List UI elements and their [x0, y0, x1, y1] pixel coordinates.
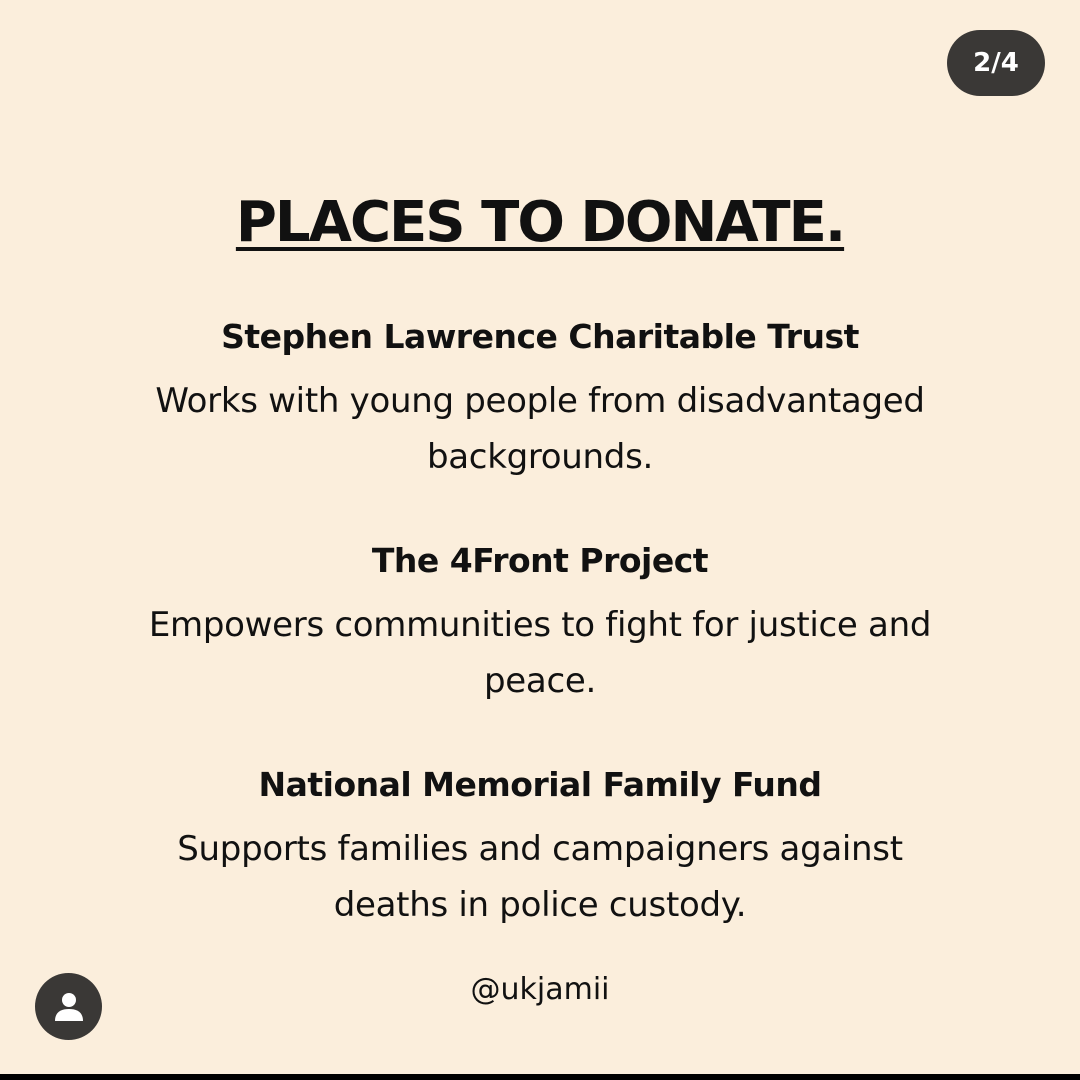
charity-name: National Memorial Family Fund [258, 765, 822, 804]
user-icon[interactable] [35, 973, 102, 1040]
bottom-divider [0, 1074, 1080, 1080]
charity-description: Works with young people from disadvantag… [155, 381, 925, 477]
list-item: Stephen Lawrence Charitable Trust Works … [0, 317, 1080, 485]
charity-description: Supports families and campaigners agains… [177, 829, 903, 925]
charity-name: The 4Front Project [371, 541, 709, 580]
charity-description: Empowers communities to fight for justic… [148, 605, 932, 701]
charity-name: Stephen Lawrence Charitable Trust [221, 317, 859, 356]
list-item: National Memorial Family Fund Supports f… [0, 765, 1080, 933]
list-item: The 4Front Project Empowers communities … [0, 541, 1080, 709]
author-handle: @ukjamii [470, 972, 610, 1007]
page-indicator-badge: 2/4 [947, 30, 1045, 96]
page-title: PLACES TO DONATE. [235, 190, 846, 255]
user-icon-glyph [54, 992, 83, 1021]
